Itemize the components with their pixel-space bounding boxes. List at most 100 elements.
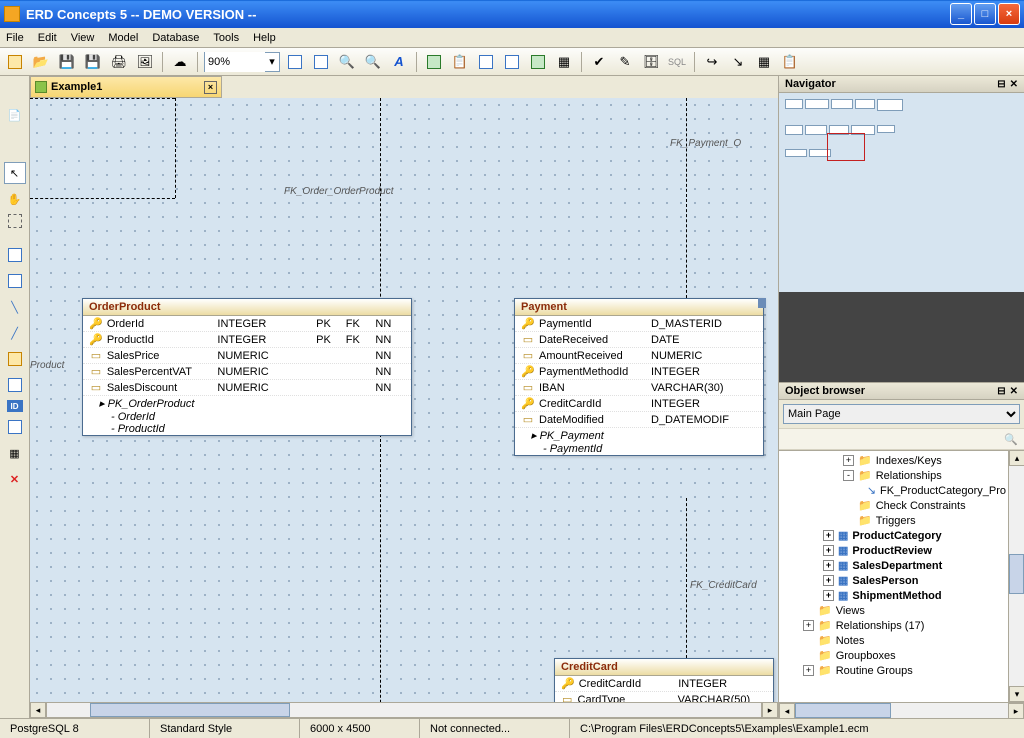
menu-file[interactable]: File <box>6 32 24 44</box>
tool-marquee[interactable] <box>8 214 22 228</box>
layout-button[interactable] <box>501 51 523 73</box>
entity-orderproduct[interactable]: OrderProduct 🔑OrderIdINTEGERPKFKNN🔑Produ… <box>82 298 412 436</box>
tree-node[interactable]: +▦SalesPerson <box>779 573 1008 588</box>
migrate-button[interactable]: ↪ <box>701 51 723 73</box>
zoom-actual-button[interactable] <box>310 51 332 73</box>
object-browser-search-icon[interactable]: 🔍 <box>1004 433 1018 446</box>
object-browser-pin-icon[interactable]: ⊟ <box>997 386 1005 397</box>
new-button[interactable] <box>4 51 26 73</box>
options-button[interactable]: 📋 <box>779 51 801 73</box>
tree-hscroll-left[interactable]: ◂ <box>779 703 795 719</box>
entity-creditcard[interactable]: CreditCard 🔑CreditCardIdINTEGER▭CardType… <box>554 658 774 706</box>
tool-pointer[interactable]: ↖ <box>4 162 26 184</box>
tree-expander[interactable]: + <box>823 545 834 556</box>
zoom-combo[interactable] <box>205 52 265 72</box>
validate-button[interactable]: ✔ <box>588 51 610 73</box>
tree-node[interactable]: -📁Relationships <box>779 468 1008 483</box>
tree-expander[interactable]: + <box>823 575 834 586</box>
tree-node[interactable]: 📁Check Constraints <box>779 498 1008 513</box>
menu-model[interactable]: Model <box>108 32 138 44</box>
grid-button[interactable]: ▦ <box>753 51 775 73</box>
tool-note[interactable] <box>4 416 26 438</box>
generate-button[interactable]: ✎ <box>614 51 636 73</box>
tool-id[interactable]: ID <box>7 400 23 412</box>
layers-button[interactable]: ▦ <box>553 51 575 73</box>
canvas-hscrollbar[interactable]: ◂ ▸ <box>30 702 778 718</box>
maximize-button[interactable]: □ <box>974 3 996 25</box>
tool-page[interactable]: 📄 <box>4 104 26 126</box>
highlight-button[interactable]: A <box>388 51 410 73</box>
navigator-pin-icon[interactable]: ⊟ <box>997 79 1005 90</box>
tool-group[interactable]: ▦ <box>4 442 26 464</box>
tool-entity[interactable] <box>4 244 26 266</box>
tool-relation-n[interactable]: ╱ <box>4 322 26 344</box>
zoom-fit-button[interactable] <box>284 51 306 73</box>
tool-routine[interactable] <box>4 348 26 370</box>
object-browser-close-icon[interactable]: ✕ <box>1010 386 1018 397</box>
tree-expander[interactable]: + <box>843 455 854 466</box>
tree-node[interactable]: +▦SalesDepartment <box>779 558 1008 573</box>
menu-tools[interactable]: Tools <box>213 32 239 44</box>
paste-button[interactable]: 📋 <box>449 51 471 73</box>
tool-delete[interactable]: ✕ <box>4 468 26 490</box>
object-browser-tree[interactable]: +📁Indexes/Keys-📁Relationships↘FK_Product… <box>779 450 1008 702</box>
tree-hscroll-thumb[interactable] <box>795 703 891 718</box>
copy-button[interactable] <box>423 51 445 73</box>
tree-scroll-up[interactable]: ▴ <box>1009 450 1024 466</box>
zoom-dropdown-icon[interactable]: ▾ <box>265 55 279 68</box>
tool-relation-1[interactable]: ╲ <box>4 296 26 318</box>
menu-database[interactable]: Database <box>152 32 199 44</box>
tree-expander[interactable]: - <box>843 470 854 481</box>
align-button[interactable] <box>475 51 497 73</box>
tree-hscroll-right[interactable]: ▸ <box>1008 703 1024 719</box>
tree-expander[interactable]: + <box>803 665 814 676</box>
zoom-out-button[interactable]: 🔍 <box>336 51 358 73</box>
tree-node[interactable]: 📁Notes <box>779 633 1008 648</box>
menu-help[interactable]: Help <box>253 32 276 44</box>
tree-node[interactable]: 📁Groupboxes <box>779 648 1008 663</box>
scroll-track[interactable] <box>46 702 762 718</box>
tree-node[interactable]: 📁Views <box>779 603 1008 618</box>
check-button[interactable] <box>527 51 549 73</box>
tree-node[interactable]: 📁Triggers <box>779 513 1008 528</box>
scroll-right-button[interactable]: ▸ <box>762 702 778 718</box>
tool-pan[interactable]: ✋ <box>4 188 26 210</box>
tree-node[interactable]: +📁Routine Groups <box>779 663 1008 678</box>
refresh-button[interactable]: ☁ <box>169 51 191 73</box>
menu-edit[interactable]: Edit <box>38 32 57 44</box>
saveall-button[interactable]: 💾 <box>82 51 104 73</box>
zoom-in-button[interactable]: 🔍 <box>362 51 384 73</box>
scroll-left-button[interactable]: ◂ <box>30 702 46 718</box>
object-browser-page-combo[interactable]: Main Page <box>783 404 1020 424</box>
sql-button[interactable]: SQL <box>666 51 688 73</box>
tree-node[interactable]: +📁Indexes/Keys <box>779 453 1008 468</box>
tree-scroll-down[interactable]: ▾ <box>1009 686 1024 702</box>
import-button[interactable]: ↘ <box>727 51 749 73</box>
minimize-button[interactable]: _ <box>950 3 972 25</box>
tree-expander[interactable]: + <box>823 560 834 571</box>
database-button[interactable]: 🗄 <box>640 51 662 73</box>
tree-node[interactable]: +▦ProductCategory <box>779 528 1008 543</box>
print-button[interactable]: 🖨 <box>108 51 130 73</box>
tree-node[interactable]: +📁Relationships (17) <box>779 618 1008 633</box>
tree-scroll-thumb[interactable] <box>1009 554 1024 594</box>
save-button[interactable]: 💾 <box>56 51 78 73</box>
navigator-close-icon[interactable]: ✕ <box>1010 79 1018 90</box>
tree-node[interactable]: +▦ProductReview <box>779 543 1008 558</box>
tree-expander[interactable]: + <box>823 530 834 541</box>
export-image-button[interactable]: 🖼 <box>134 51 156 73</box>
menu-view[interactable]: View <box>71 32 95 44</box>
navigator-viewport[interactable] <box>827 133 865 161</box>
tree-expander[interactable]: + <box>823 590 834 601</box>
tool-sequence[interactable] <box>4 374 26 396</box>
entity-payment[interactable]: Payment 🔑PaymentIdD_MASTERID▭DateReceive… <box>514 298 764 456</box>
scroll-thumb[interactable] <box>90 703 290 717</box>
open-button[interactable]: 📂 <box>30 51 52 73</box>
erd-canvas[interactable]: FK_Order_OrderProduct FK_Payment_O FK_Cr… <box>30 98 778 706</box>
tree-node[interactable]: +▦ShipmentMethod <box>779 588 1008 603</box>
close-button[interactable]: × <box>998 3 1020 25</box>
document-tab-close[interactable]: × <box>204 81 217 94</box>
tool-view[interactable] <box>4 270 26 292</box>
navigator-panel[interactable] <box>779 93 1024 383</box>
tree-node[interactable]: ↘FK_ProductCategory_Pro <box>779 483 1008 498</box>
